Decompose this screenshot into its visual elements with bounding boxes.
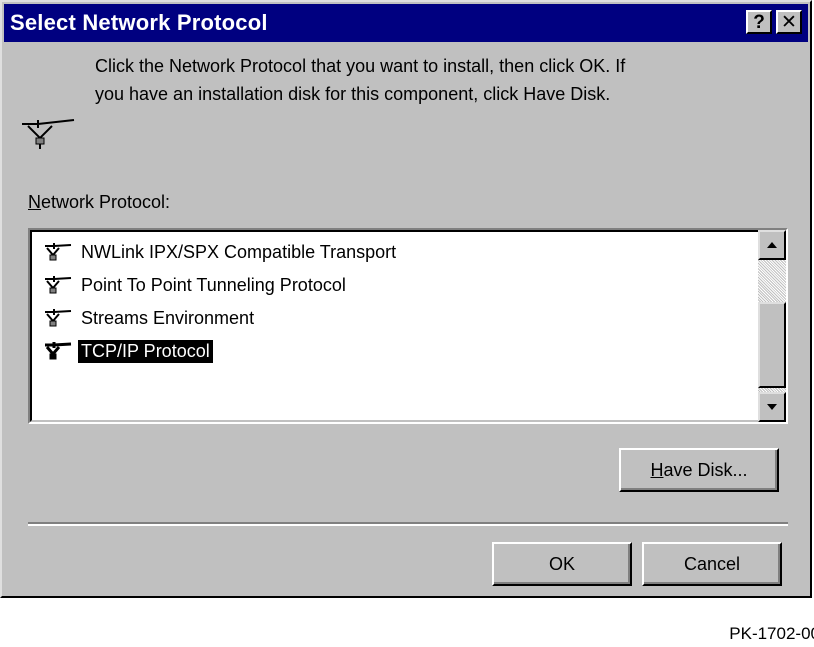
window-title: Select Network Protocol bbox=[10, 10, 268, 35]
list-item[interactable]: NWLink IPX/SPX Compatible Transport bbox=[44, 236, 399, 269]
cancel-label: Cancel bbox=[683, 553, 741, 574]
label-rest: etwork Protocol: bbox=[41, 192, 171, 212]
network-protocol-label: Network Protocol: bbox=[28, 192, 170, 213]
figure-caption: PK-1702-00 bbox=[729, 624, 814, 643]
intro-line-1: Click the Network Protocol that you want… bbox=[95, 56, 626, 76]
scroll-down-button[interactable] bbox=[758, 392, 786, 422]
cancel-button[interactable]: Cancel bbox=[642, 542, 782, 586]
arrow-up-icon bbox=[767, 242, 777, 248]
label-mnemonic: N bbox=[28, 192, 41, 212]
title-bar[interactable]: Select Network Protocol ? ✕ bbox=[4, 4, 808, 42]
list-item-label: Point To Point Tunneling Protocol bbox=[81, 275, 346, 295]
close-button[interactable]: ✕ bbox=[776, 10, 802, 34]
list-item-selected[interactable]: TCP/IP Protocol bbox=[44, 335, 399, 368]
have-disk-rest: ave Disk... bbox=[663, 459, 748, 480]
network-protocol-icon bbox=[45, 308, 72, 326]
help-button[interactable]: ? bbox=[746, 10, 772, 34]
network-protocol-icon bbox=[45, 275, 72, 293]
list-item[interactable]: Streams Environment bbox=[44, 302, 399, 335]
network-protocol-icon bbox=[45, 242, 72, 260]
list-item-label: TCP/IP Protocol bbox=[77, 339, 214, 364]
separator bbox=[28, 522, 788, 526]
scroll-thumb[interactable] bbox=[758, 302, 786, 388]
protocol-list-items: NWLink IPX/SPX Compatible Transport Poin… bbox=[44, 236, 399, 368]
arrow-down-icon bbox=[767, 404, 777, 410]
network-protocol-icon bbox=[45, 341, 72, 359]
scroll-up-button[interactable] bbox=[758, 230, 786, 260]
close-icon: ✕ bbox=[781, 11, 797, 33]
list-item[interactable]: Point To Point Tunneling Protocol bbox=[44, 269, 399, 302]
vertical-scrollbar[interactable] bbox=[758, 230, 786, 422]
help-icon: ? bbox=[753, 11, 765, 33]
list-item-label: Streams Environment bbox=[81, 308, 255, 328]
intro-line-2: you have an installation disk for this c… bbox=[95, 84, 611, 104]
list-item-label: NWLink IPX/SPX Compatible Transport bbox=[81, 242, 397, 262]
network-protocol-icon bbox=[22, 119, 75, 149]
intro-text: Click the Network Protocol that you want… bbox=[95, 52, 795, 108]
have-disk-button[interactable]: Have Disk... bbox=[619, 448, 779, 492]
protocol-listbox[interactable]: NWLink IPX/SPX Compatible Transport Poin… bbox=[28, 228, 788, 424]
ok-button[interactable]: OK bbox=[492, 542, 632, 586]
ok-label: OK bbox=[548, 553, 575, 574]
dialog-window: Select Network Protocol ? ✕ Click the Ne… bbox=[0, 0, 812, 598]
have-disk-mnemonic: H bbox=[650, 459, 664, 480]
